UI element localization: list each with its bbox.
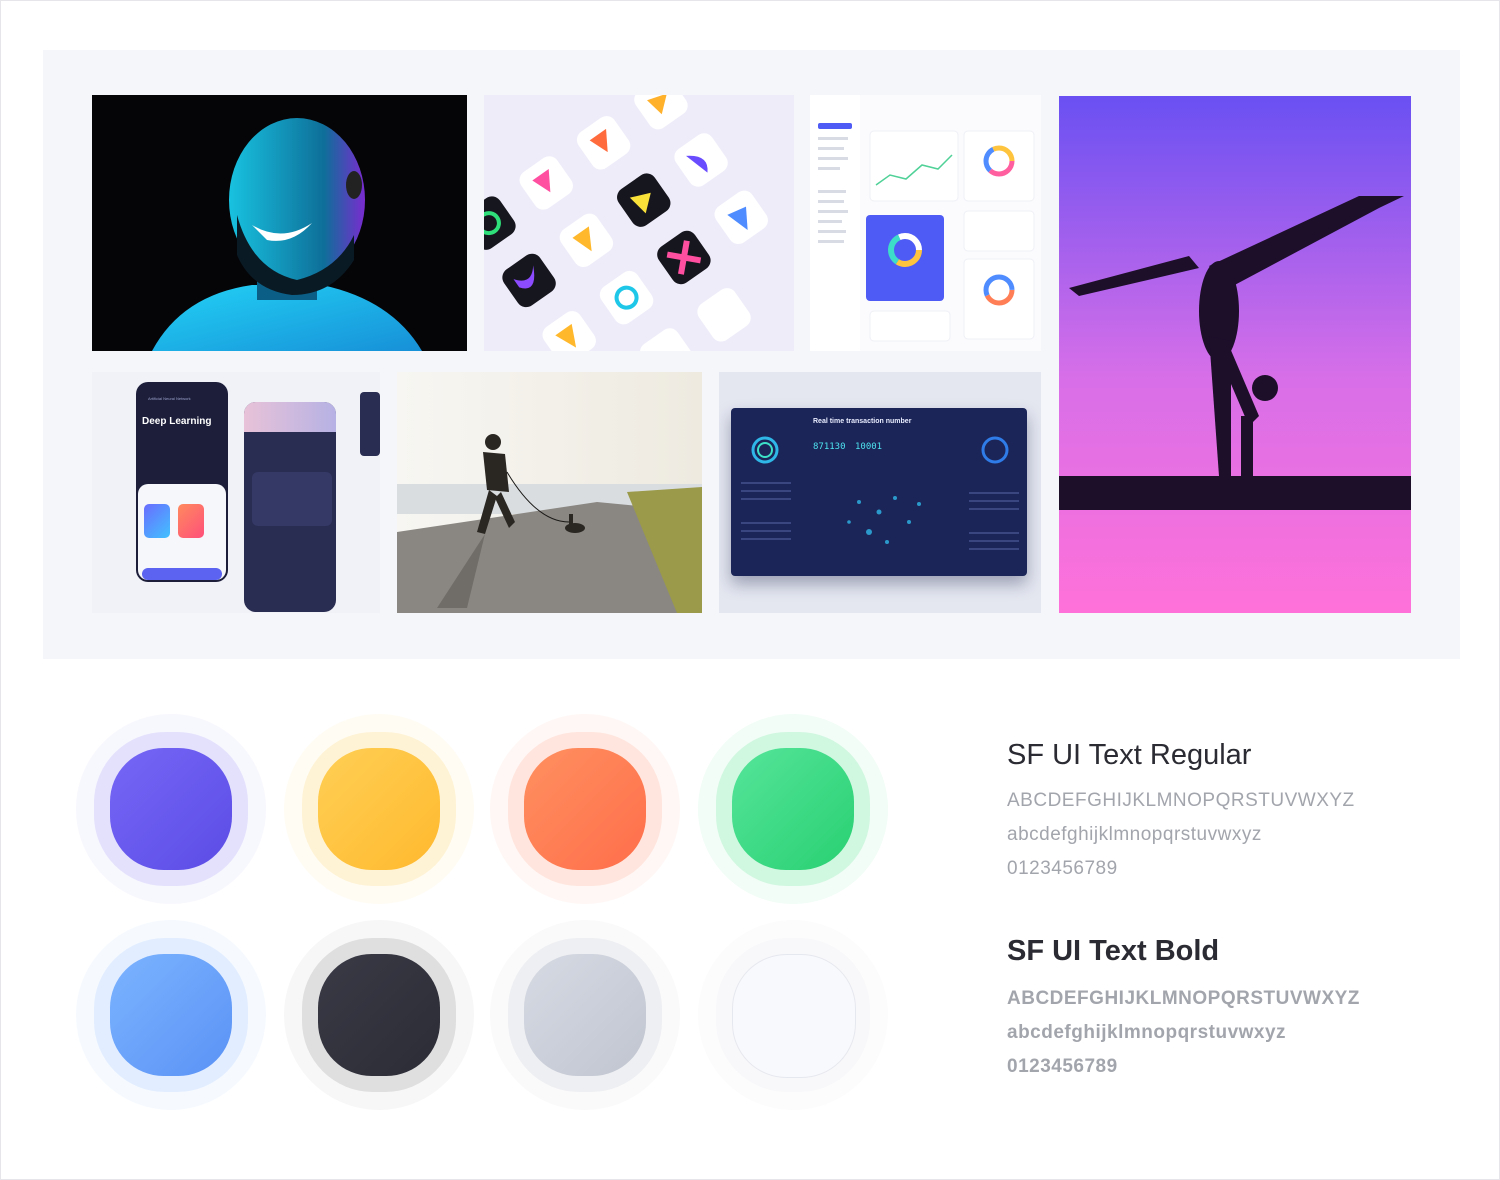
analytics-charts-icon bbox=[741, 436, 1019, 550]
moodboard-panel: Deep Learning Artificial Neural Network bbox=[43, 50, 1460, 659]
gymnast-tile bbox=[1059, 96, 1411, 613]
gymnast-photo-icon bbox=[1059, 96, 1411, 613]
swatch-yellow bbox=[284, 714, 474, 904]
bold-uppercase: ABCDEFGHIJKLMNOPQRSTUVWXYZ bbox=[1007, 988, 1360, 1009]
phone-right-panel bbox=[252, 472, 332, 526]
swatch-white bbox=[698, 920, 888, 1110]
dashboard-tile bbox=[810, 95, 1041, 351]
card-blue bbox=[144, 504, 170, 538]
dashboard-screenshot-icon bbox=[810, 95, 1041, 351]
runner-tile bbox=[397, 372, 702, 613]
mobile-app-heading: Deep Learning bbox=[142, 416, 212, 427]
swatch-gray bbox=[490, 920, 680, 1110]
swatch-dark bbox=[284, 920, 474, 1110]
card-orange bbox=[178, 504, 204, 538]
portrait-tile bbox=[92, 95, 467, 351]
regular-font-title: SF UI Text Regular bbox=[1007, 739, 1252, 771]
app-icons-tile bbox=[484, 95, 794, 351]
card-purple-bar bbox=[142, 568, 222, 580]
app-icons-grid-icon bbox=[484, 95, 768, 351]
mobile-app-tile: Deep Learning Artificial Neural Network bbox=[92, 372, 380, 613]
swatch-green bbox=[698, 714, 888, 904]
portrait-photo-icon bbox=[152, 118, 422, 351]
swatch-purple bbox=[76, 714, 266, 904]
mobile-app-subtitle: Artificial Neural Network bbox=[148, 396, 191, 401]
regular-uppercase: ABCDEFGHIJKLMNOPQRSTUVWXYZ bbox=[1007, 790, 1355, 811]
swatch-orange bbox=[490, 714, 680, 904]
regular-digits: 0123456789 bbox=[1007, 858, 1118, 879]
bold-font-title: SF UI Text Bold bbox=[1007, 935, 1220, 967]
bold-lowercase: abcdefghijklmnopqrstuvwxyz bbox=[1007, 1022, 1287, 1043]
bold-digits: 0123456789 bbox=[1007, 1056, 1118, 1077]
regular-lowercase: abcdefghijklmnopqrstuvwxyz bbox=[1007, 824, 1262, 845]
runner-photo-icon bbox=[397, 372, 702, 613]
analytics-tile: Real time transaction number 871130 1000… bbox=[719, 372, 1041, 613]
swatch-blue bbox=[76, 920, 266, 1110]
phone-right-header bbox=[244, 402, 336, 432]
phone-side-panel bbox=[360, 392, 380, 456]
